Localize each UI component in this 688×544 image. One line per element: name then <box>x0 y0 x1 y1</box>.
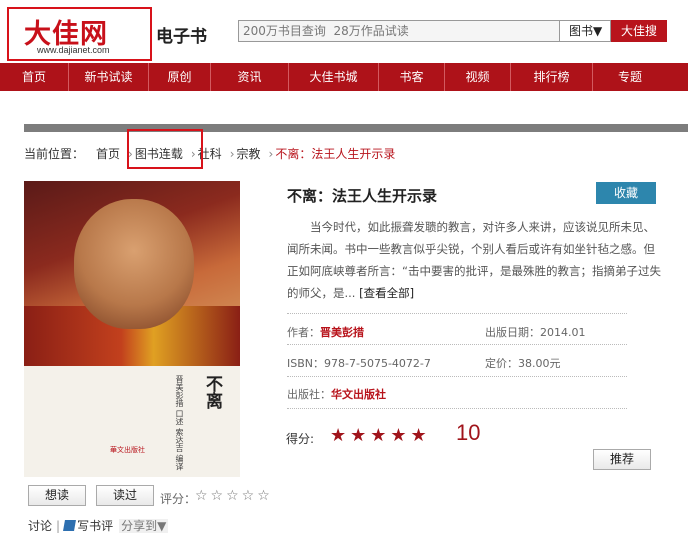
price-label: 定价： <box>485 357 518 370</box>
rating-stars[interactable]: ☆☆☆☆☆ <box>195 488 273 504</box>
author-link[interactable]: 晋美彭措 <box>320 326 364 339</box>
share-button[interactable]: 分享到▼ <box>119 519 169 533</box>
breadcrumb: 当前位置： 首页 › 图书连载 › 社科 › 宗教 › 不离：法王人生开示录 <box>24 145 397 162</box>
highlight-box <box>127 129 203 169</box>
logo-url: www.dajianet.com <box>37 45 110 55</box>
info-divider <box>287 408 627 409</box>
write-review-link[interactable]: 写书评 <box>77 519 113 533</box>
site-title: 电子书 <box>156 27 207 47</box>
pen-icon <box>63 520 77 531</box>
breadcrumb-label: 当前位置： <box>24 147 85 161</box>
breadcrumb-current: 不离：法王人生开示录 <box>275 147 396 161</box>
cover-author: 晋美彭措 口述 索达吉 编译 <box>175 375 184 471</box>
author-row: 作者：晋美彭措 <box>287 324 364 340</box>
rating-label: 评分： <box>160 492 197 506</box>
nav-item-bookstore[interactable]: 大佳书城 <box>289 63 379 91</box>
separator: | <box>56 519 61 533</box>
want-to-read-button[interactable]: 想读 <box>28 485 86 506</box>
recommend-button[interactable]: 推荐 <box>593 449 651 470</box>
isbn-label: ISBN： <box>287 357 325 370</box>
logo[interactable]: 大佳网 www.dajianet.com <box>7 7 152 61</box>
search-button[interactable]: 大佳搜 <box>611 20 667 42</box>
score-stars: ★★★★★ <box>330 425 431 446</box>
search-category-select[interactable]: 图书▼ <box>559 20 611 42</box>
publisher-link[interactable]: 华文出版社 <box>331 388 386 401</box>
nav-item-rankings[interactable]: 排行榜 <box>511 63 593 91</box>
search-input[interactable] <box>239 21 559 41</box>
search-box <box>238 20 560 42</box>
nav-item-new-books[interactable]: 新书试读 <box>69 63 149 91</box>
main-nav: 首页 新书试读 原创 资讯 大佳书城 书客 视频 排行榜 专题 <box>0 63 688 91</box>
date-row: 出版日期：2014.01 <box>485 324 586 340</box>
book-description: 当今时代，如此振聋发聩的教言，对许多人来讲，应该说见所未见、闻所未闻。书中一些教… <box>287 216 663 304</box>
nav-item-topics[interactable]: 专题 <box>593 63 667 91</box>
date-value: 2014.01 <box>540 326 586 339</box>
price-row: 定价：38.00元 <box>485 355 561 371</box>
breadcrumb-home[interactable]: 首页 <box>96 147 120 161</box>
cover-portrait <box>74 199 194 329</box>
breadcrumb-religion[interactable]: 宗教 <box>237 147 261 161</box>
cover-title: 不离 <box>202 375 222 409</box>
view-all-link[interactable]: [查看全部] <box>359 286 414 300</box>
isbn-value: 978-7-5075-4072-7 <box>324 357 431 370</box>
nav-item-home[interactable]: 首页 <box>0 63 69 91</box>
discuss-link[interactable]: 讨论 <box>28 519 52 533</box>
chevron-right-icon: › <box>268 147 274 161</box>
divider-bar <box>24 124 688 132</box>
info-divider <box>287 313 627 314</box>
description-text: 当今时代，如此振聋发聩的教言，对许多人来讲，应该说见所未见、闻所未闻。书中一些教… <box>287 220 661 300</box>
nav-item-news[interactable]: 资讯 <box>211 63 289 91</box>
action-row: 讨论 | 写书评 分享到▼ <box>28 517 169 534</box>
score-label: 得分: <box>286 432 315 446</box>
nav-item-original[interactable]: 原创 <box>149 63 211 91</box>
publisher-label: 出版社： <box>287 388 331 401</box>
nav-item-video[interactable]: 视频 <box>445 63 511 91</box>
cover-photo <box>24 181 240 366</box>
score-value: 10 <box>456 420 481 445</box>
chevron-right-icon: › <box>229 147 235 161</box>
book-title: 不离：法王人生开示录 <box>287 187 438 205</box>
info-divider <box>287 376 627 377</box>
nav-item-bookers[interactable]: 书客 <box>379 63 445 91</box>
isbn-row: ISBN：978-7-5075-4072-7 <box>287 355 431 371</box>
book-cover[interactable]: 不离 晋美彭措 口述 索达吉 编译 華文出版社 <box>24 181 240 477</box>
have-read-button[interactable]: 读过 <box>96 485 154 506</box>
cover-publisher: 華文出版社 <box>110 446 145 454</box>
author-label: 作者： <box>287 326 320 339</box>
date-label: 出版日期： <box>485 326 540 339</box>
collect-button[interactable]: 收藏 <box>596 182 656 204</box>
info-divider <box>287 344 627 345</box>
price-value: 38.00元 <box>518 357 561 370</box>
publisher-row: 出版社：华文出版社 <box>287 386 386 402</box>
